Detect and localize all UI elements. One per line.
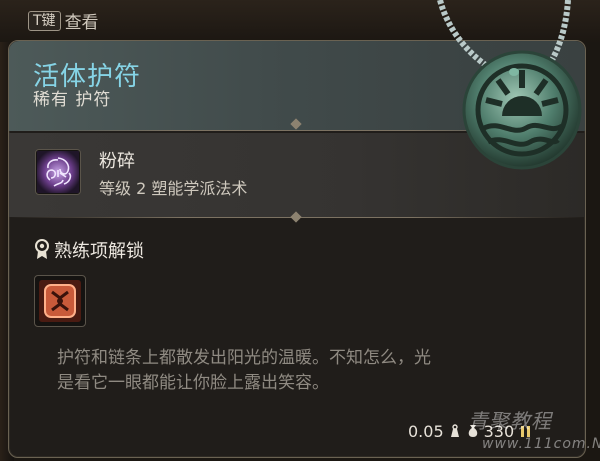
flavor-text: 护符和链条上都散发出阳光的温暖。不知怎么，光 是看它一眼都能让你脸上露出笑容。 xyxy=(57,346,557,396)
weight-icon xyxy=(450,424,459,437)
proficiency-slot[interactable] xyxy=(34,275,86,327)
shatter-icon xyxy=(37,151,79,193)
spell-shatter-icon xyxy=(35,149,81,195)
t-key-badge: T键 xyxy=(28,10,61,31)
watermark-url: www.111com.Net xyxy=(482,436,600,452)
amulet-image xyxy=(437,0,582,170)
inspect-key-hint[interactable]: T键 查看 xyxy=(28,8,99,33)
armor-proficiency-icon xyxy=(39,280,81,322)
inspect-label: 查看 xyxy=(64,13,99,33)
proficiency-icon xyxy=(34,238,50,264)
proficiency-unlock-title: 熟练项解锁 xyxy=(54,241,144,262)
flavor-line-2: 是看它一眼都能让你脸上露出笑容。 xyxy=(57,373,329,393)
flavor-line-1: 护符和链条上都散发出阳光的温暖。不知怎么，光 xyxy=(57,348,431,368)
spell-description: 等级 2 塑能学派法术 xyxy=(99,179,248,198)
spell-name: 粉碎 xyxy=(99,151,135,172)
item-rarity-type: 稀有 护符 xyxy=(33,90,112,110)
watermark-logo: 青聚教程 xyxy=(468,409,552,433)
weight-value: 0.05 xyxy=(408,421,444,441)
